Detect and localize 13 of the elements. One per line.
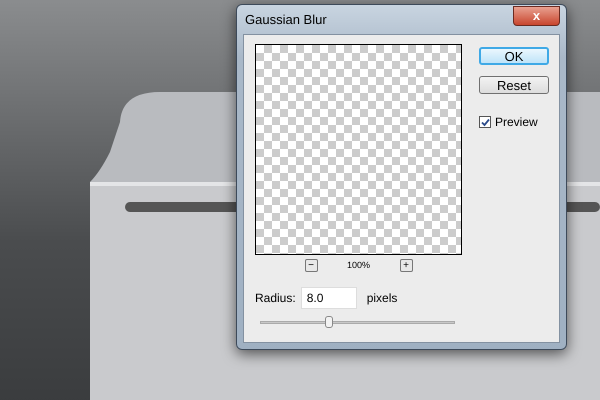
ok-button[interactable]: OK [479, 47, 549, 65]
unit-label: pixels [366, 290, 398, 306]
zoom-level: 100% [346, 259, 372, 272]
zoom-in-button[interactable]: + [400, 259, 412, 272]
slider-thumb[interactable] [324, 316, 333, 328]
preview-checkbox[interactable] [479, 116, 491, 128]
reset-button[interactable]: Reset [479, 76, 549, 94]
window-title: Gaussian Blur [244, 10, 327, 29]
zoom-out-button[interactable]: − [304, 259, 318, 272]
checkmark-icon [480, 118, 490, 126]
radius-label: Radius: [255, 290, 296, 306]
radius-field[interactable]: 8.0 [300, 286, 357, 308]
preview-label: Preview [495, 114, 538, 131]
